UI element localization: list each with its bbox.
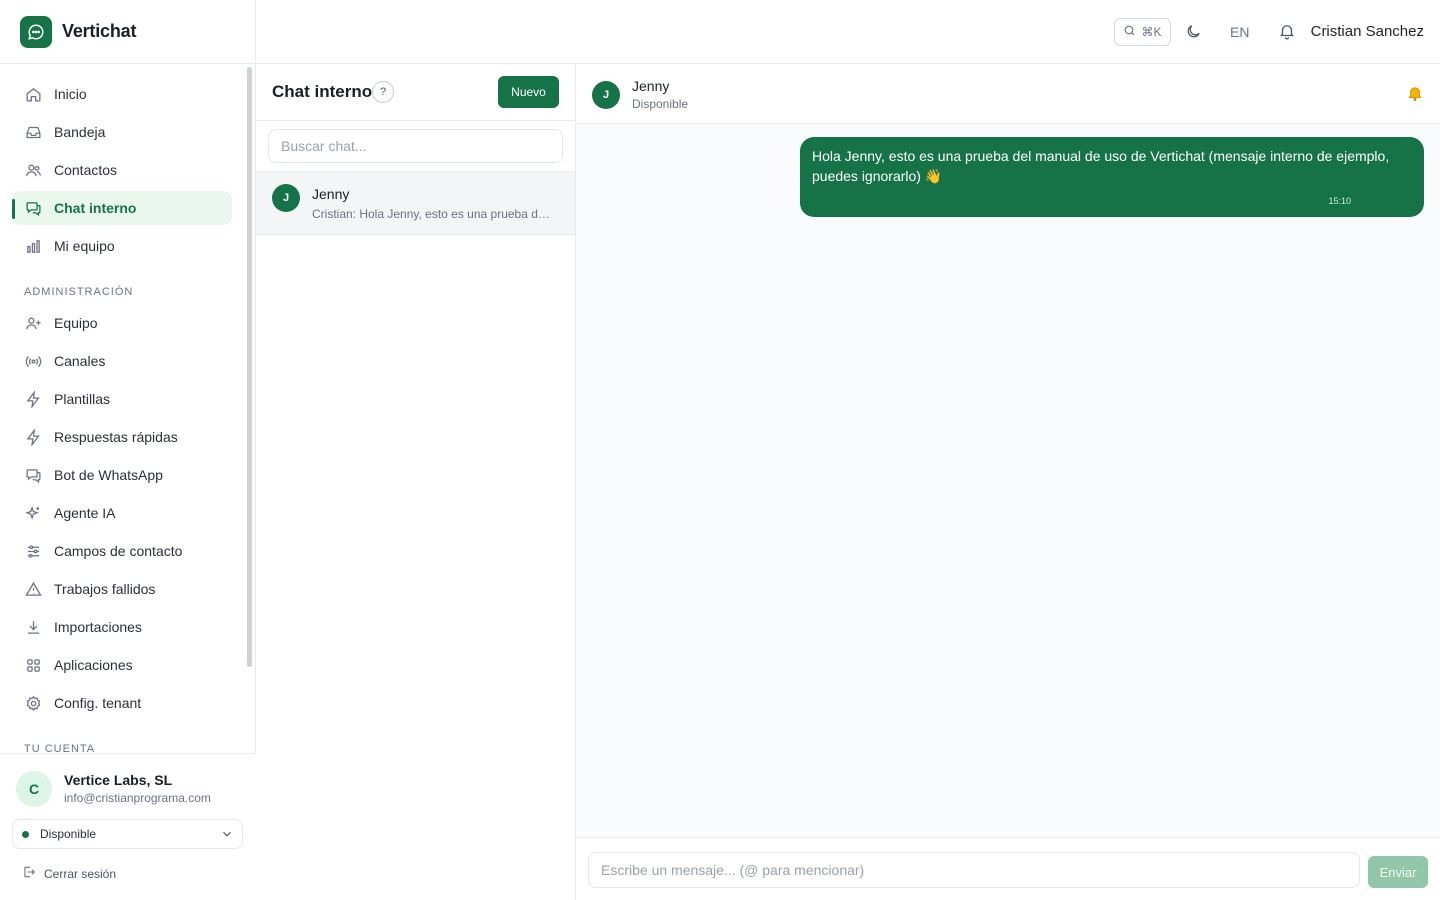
account-name: Vertice Labs, SL <box>64 772 173 788</box>
avatar: J <box>592 81 620 109</box>
command-search-button[interactable]: ⌘K <box>1114 18 1171 46</box>
search-input[interactable] <box>268 129 563 163</box>
sidebar-item-label: Importaciones <box>54 619 142 635</box>
sparkles-icon <box>24 504 42 522</box>
sidebar-item-equipo[interactable]: Equipo <box>12 306 232 340</box>
sidebar-item-label: Inicio <box>54 86 87 102</box>
avatar[interactable]: C <box>16 771 52 807</box>
search-icon <box>1123 24 1136 40</box>
bar-chart-icon <box>24 237 42 255</box>
sidebar-item-trabajos-fallidos[interactable]: Trabajos fallidos <box>12 572 232 606</box>
message-input[interactable] <box>588 852 1360 888</box>
section-label-admin: ADMINISTRACIÓN <box>24 286 134 298</box>
sidebar-item-respuestas-rapidas[interactable]: Respuestas rápidas <box>12 420 232 454</box>
message-composer: Enviar <box>576 837 1440 900</box>
chat-preview: Cristian: Hola Jenny, esto es una prueba… <box>312 207 555 221</box>
chat-bubbles-icon <box>24 466 42 484</box>
download-icon <box>24 618 42 636</box>
sidebar-item-inicio[interactable]: Inicio <box>12 77 232 111</box>
user-menu[interactable]: Cristian Sanchez <box>1311 23 1424 40</box>
sidebar-item-contactos[interactable]: Contactos <box>12 153 232 187</box>
sidebar-item-bandeja[interactable]: Bandeja <box>12 115 232 149</box>
sidebar-item-label: Bandeja <box>54 124 106 140</box>
chevron-down-icon <box>220 827 234 844</box>
gear-icon <box>24 694 42 712</box>
logout-label: Cerrar sesión <box>44 866 117 881</box>
sidebar-item-aplicaciones[interactable]: Aplicaciones <box>12 648 232 682</box>
inbox-icon <box>24 123 42 141</box>
sidebar-item-chat-interno[interactable]: Chat interno <box>12 191 232 225</box>
send-button[interactable]: Enviar <box>1368 856 1428 888</box>
sidebar: Vertichat Inicio Bandeja Contactos Chat … <box>0 0 256 900</box>
account-panel: C Vertice Labs, SL info@cristianprograma… <box>0 753 256 900</box>
contact-status: Disponible <box>632 97 689 111</box>
sidebar-item-label: Aplicaciones <box>54 657 133 673</box>
sidebar-item-label: Plantillas <box>54 391 111 407</box>
grid-icon <box>24 656 42 674</box>
search-shortcut: ⌘K <box>1141 25 1162 39</box>
status-select[interactable]: Disponible <box>12 819 243 849</box>
bell-icon[interactable] <box>1406 84 1424 107</box>
help-icon[interactable]: ? <box>372 81 394 103</box>
conversation-panel: J Jenny Disponible Hola Jenny, esto es u… <box>576 64 1440 900</box>
app-name: Vertichat <box>62 21 137 41</box>
sidebar-item-plantillas[interactable]: Plantillas <box>12 382 232 416</box>
conversation-header: J Jenny Disponible <box>576 64 1440 124</box>
list-item[interactable]: J Jenny Cristian: Hola Jenny, esto es un… <box>256 171 575 235</box>
chat-list-header: Chat interno ? Nuevo <box>256 64 575 121</box>
lightning-icon <box>24 390 42 408</box>
sidebar-item-bot-whatsapp[interactable]: Bot de WhatsApp <box>12 458 232 492</box>
status-dot <box>22 830 29 838</box>
logout-icon <box>22 865 36 882</box>
sidebar-item-label: Respuestas rápidas <box>54 429 178 445</box>
sliders-icon <box>24 542 42 560</box>
sidebar-scrollbar[interactable] <box>247 67 252 667</box>
sidebar-item-label: Chat interno <box>54 200 137 216</box>
moon-icon[interactable] <box>1185 23 1202 45</box>
top-header: ⌘K EN Cristian Sanchez <box>256 0 1440 64</box>
sidebar-item-label: Campos de contacto <box>54 543 183 559</box>
sidebar-item-label: Trabajos fallidos <box>54 581 156 597</box>
contact-name: Jenny <box>632 78 670 94</box>
message-bubble: Hola Jenny, esto es una prueba del manua… <box>800 137 1424 217</box>
account-email: info@cristianprograma.com <box>64 791 211 805</box>
bell-icon[interactable] <box>1278 22 1296 45</box>
sidebar-nav: Inicio Bandeja Contactos Chat interno Mi… <box>0 64 256 753</box>
sidebar-item-label: Config. tenant <box>54 695 142 711</box>
sidebar-item-campos-contacto[interactable]: Campos de contacto <box>12 534 232 568</box>
home-icon <box>24 85 42 103</box>
language-toggle[interactable]: EN <box>1230 24 1249 40</box>
sidebar-item-label: Contactos <box>54 162 118 178</box>
chat-name: Jenny <box>312 186 350 202</box>
sidebar-item-label: Equipo <box>54 315 98 331</box>
sidebar-item-label: Agente IA <box>54 505 116 521</box>
message-time: 15:10 <box>1328 196 1351 206</box>
sidebar-item-importaciones[interactable]: Importaciones <box>12 610 232 644</box>
sidebar-item-mi-equipo[interactable]: Mi equipo <box>12 229 232 263</box>
sidebar-item-config-tenant[interactable]: Config. tenant <box>12 686 232 720</box>
sidebar-item-label: Mi equipo <box>54 238 115 254</box>
lightning-icon <box>24 428 42 446</box>
chat-bubbles-icon <box>24 199 42 217</box>
status-value: Disponible <box>40 827 97 841</box>
chat-list-panel: Chat interno ? Nuevo J Jenny Cristian: H… <box>256 64 576 900</box>
message-text: Hola Jenny, esto es una prueba del manua… <box>812 148 1390 184</box>
page-title: Chat interno <box>272 82 373 101</box>
logout-button[interactable]: Cerrar sesión <box>22 865 116 882</box>
chat-logo-icon <box>20 15 52 48</box>
sidebar-item-label: Bot de WhatsApp <box>54 467 163 483</box>
section-label-account: TU CUENTA <box>24 743 96 753</box>
users-icon <box>24 161 42 179</box>
new-chat-button[interactable]: Nuevo <box>498 76 559 108</box>
user-plus-icon <box>24 314 42 332</box>
active-indicator <box>12 199 15 219</box>
brand[interactable]: Vertichat <box>0 0 255 64</box>
sidebar-item-agente-ia[interactable]: Agente IA <box>12 496 232 530</box>
sidebar-item-canales[interactable]: Canales <box>12 344 232 378</box>
avatar: J <box>272 184 300 212</box>
warning-icon <box>24 580 42 598</box>
broadcast-icon <box>24 352 42 370</box>
sidebar-item-label: Canales <box>54 353 106 369</box>
